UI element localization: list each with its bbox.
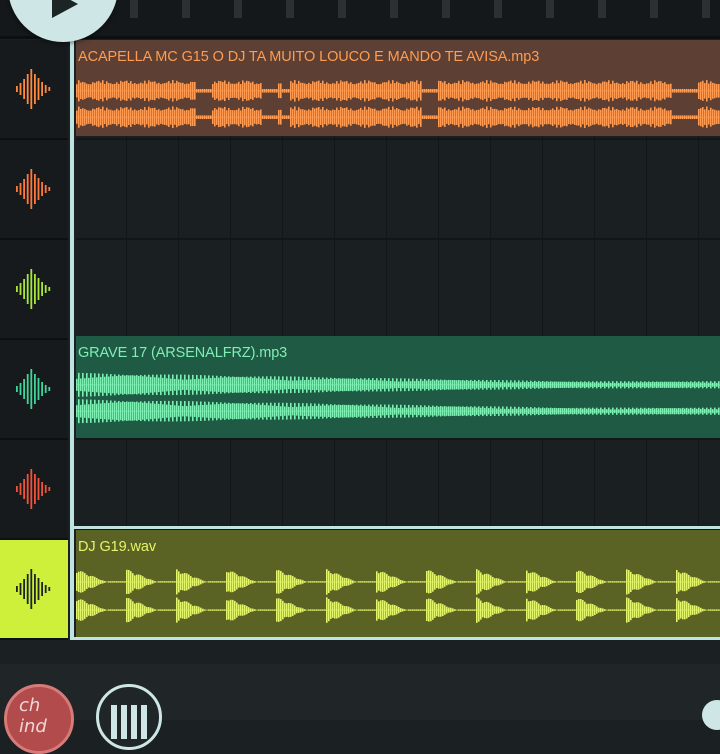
lane-separator — [76, 438, 720, 440]
ruler-tick — [702, 0, 710, 18]
piano-key — [131, 705, 137, 739]
track-header-3[interactable] — [0, 240, 68, 340]
menu-button[interactable] — [702, 700, 720, 730]
ruler-tick — [650, 0, 658, 18]
app-window: ACAPELLA MC G15 O DJ TA MUITO LOUCO E MA… — [0, 0, 720, 754]
audio-clip-grave[interactable]: GRAVE 17 (ARSENALFRZ).mp3 — [76, 336, 720, 438]
clip-title: GRAVE 17 (ARSENALFRZ).mp3 — [78, 345, 288, 361]
ruler-tick — [494, 0, 502, 18]
piano-roll-button[interactable] — [96, 684, 162, 750]
audio-waveform-icon — [16, 369, 51, 409]
lane-separator — [76, 138, 720, 140]
clip-title: ACAPELLA MC G15 O DJ TA MUITO LOUCO E MA… — [78, 49, 540, 65]
ruler-tick — [338, 0, 346, 18]
audio-waveform-icon — [16, 69, 51, 109]
audio-waveform-icon — [16, 469, 51, 509]
track-header-5[interactable] — [0, 440, 68, 540]
track-header-6[interactable] — [0, 540, 68, 640]
clip-waveform — [76, 569, 720, 623]
piano-key — [141, 705, 147, 739]
ruler-tick — [130, 0, 138, 18]
ruler-tick — [442, 0, 450, 18]
ruler-tick — [286, 0, 294, 18]
ruler-tick — [390, 0, 398, 18]
track-header-4[interactable] — [0, 340, 68, 440]
track-header-2[interactable] — [0, 140, 68, 240]
piano-keys-icon — [111, 705, 117, 739]
track-header-column — [0, 40, 70, 640]
piano-key — [121, 705, 127, 739]
ruler-tick — [182, 0, 190, 18]
playhead[interactable] — [70, 40, 74, 640]
clip-waveform — [76, 80, 720, 128]
track-header-1[interactable] — [0, 40, 68, 140]
ruler-tick — [598, 0, 606, 18]
ruler-tick — [546, 0, 554, 18]
clip-title: DJ G19.wav — [78, 539, 156, 555]
lane-separator — [76, 238, 720, 240]
record-button[interactable]: ch ind — [4, 684, 74, 754]
record-button-label: ch ind — [19, 695, 47, 737]
audio-waveform-icon — [16, 169, 51, 209]
audio-waveform-icon — [16, 269, 51, 309]
audio-clip-acapella[interactable]: ACAPELLA MC G15 O DJ TA MUITO LOUCO E MA… — [76, 40, 720, 136]
play-icon — [52, 0, 78, 18]
clip-waveform — [76, 372, 720, 424]
audio-waveform-icon — [16, 569, 51, 609]
audio-clip-dj-g19[interactable]: DJ G19.wav — [76, 530, 720, 638]
ruler-tick — [234, 0, 242, 18]
